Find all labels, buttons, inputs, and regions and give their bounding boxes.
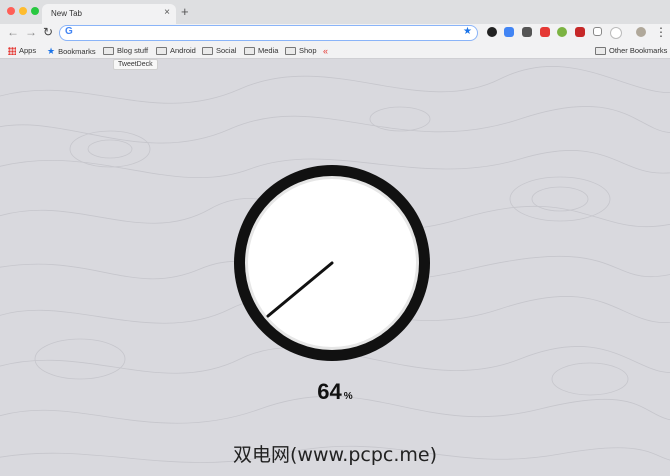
folder-icon [202, 46, 213, 55]
back-button[interactable]: ← [7, 25, 19, 39]
percent-unit: % [343, 391, 353, 402]
forward-button[interactable]: → [25, 25, 37, 39]
shield-extension-icon[interactable] [540, 27, 550, 37]
extension-icon-1[interactable] [487, 27, 497, 37]
folder-icon [285, 46, 296, 55]
bookmark-folder-shop[interactable]: Shop [285, 46, 317, 55]
tab-new-tab[interactable]: New Tab × [42, 4, 176, 24]
pocket-extension-icon[interactable] [522, 27, 532, 37]
address-bar[interactable]: G ★ [59, 25, 478, 41]
apps-grid-icon [8, 46, 16, 55]
bookmark-other-bookmarks[interactable]: Other Bookmarks [595, 46, 667, 55]
bookmarks-bar: Apps ★ Bookmarks Blog stuff Android Soci… [0, 42, 670, 59]
extension-icon-8[interactable] [610, 27, 622, 39]
bookmark-folder-media[interactable]: Media [244, 46, 278, 55]
clock-gauge [234, 165, 430, 361]
extension-icon-6[interactable] [575, 27, 585, 37]
percent-value: 64 [317, 379, 342, 404]
bookmark-bookmarks[interactable]: ★ Bookmarks [47, 46, 96, 57]
minimize-window-button[interactable] [19, 7, 27, 15]
bookmark-label: Media [258, 46, 279, 55]
bookmark-label: Blog stuff [117, 46, 149, 55]
maximize-window-button[interactable] [31, 7, 39, 15]
folder-icon [156, 46, 167, 55]
folder-icon [244, 46, 255, 55]
tab-strip: New Tab × + [0, 0, 670, 24]
toolbar: ← → ↻ G ★ ⋮ [0, 24, 670, 42]
watermark-text: 双电网(www.pcpc.me) [233, 444, 437, 466]
bookmark-star-icon[interactable]: ★ [463, 26, 472, 37]
bookmark-label: Other Bookmarks [609, 46, 668, 55]
extension-icon-5[interactable] [557, 27, 567, 37]
tab-title: New Tab [51, 9, 82, 18]
new-tab-button[interactable]: + [181, 4, 189, 19]
menu-button[interactable]: ⋮ [655, 25, 667, 39]
bookmark-red-icon[interactable]: « [323, 46, 328, 56]
extension-icon-7[interactable] [593, 27, 602, 36]
bookmark-label: Android [170, 46, 196, 55]
tooltip: TweetDeck [113, 59, 158, 70]
close-tab-icon[interactable]: × [164, 7, 170, 18]
google-icon: G [65, 26, 73, 37]
bookmark-folder-blog-stuff[interactable]: Blog stuff [103, 46, 148, 55]
bookmark-label: Shop [299, 46, 317, 55]
bookmark-apps[interactable]: Apps [8, 46, 36, 55]
bookmark-label: Bookmarks [58, 47, 96, 56]
bookmark-folder-social[interactable]: Social [202, 46, 236, 55]
bookmark-label: Apps [19, 46, 37, 55]
folder-icon [103, 46, 114, 55]
bookmark-label: Social [216, 46, 237, 55]
folder-icon [595, 46, 606, 55]
percent-readout: 64% [0, 379, 670, 405]
close-window-button[interactable] [7, 7, 15, 15]
profile-avatar[interactable] [636, 27, 646, 37]
reload-button[interactable]: ↻ [43, 25, 53, 39]
new-tab-page: 64% [0, 59, 670, 476]
translate-extension-icon[interactable] [504, 27, 514, 37]
star-icon: ★ [47, 46, 56, 56]
bookmark-folder-android[interactable]: Android [156, 46, 196, 55]
